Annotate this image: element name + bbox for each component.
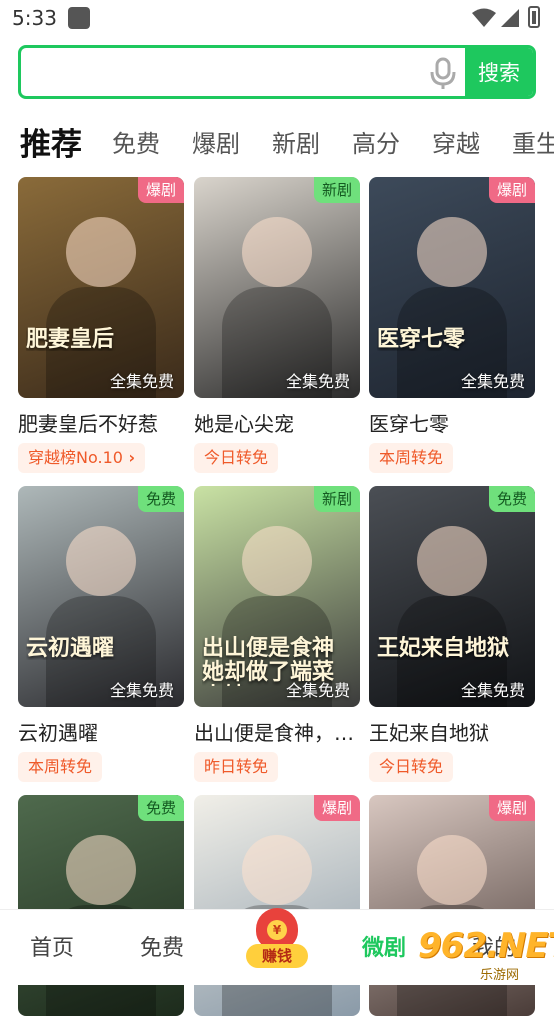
- drama-tag-text: 本周转免: [379, 448, 444, 467]
- nav-free[interactable]: 免费: [140, 930, 184, 962]
- watermark-sub: 乐游网: [480, 968, 520, 983]
- notification-icon: [68, 7, 90, 29]
- search-input[interactable]: [31, 56, 425, 90]
- drama-badge: 免费: [137, 795, 184, 821]
- status-time: 5:33: [12, 6, 57, 30]
- drama-badge: 新剧: [313, 486, 360, 512]
- poster-title-art: 云初遇曜: [26, 636, 115, 661]
- drama-poster[interactable]: 新剧全集免费: [194, 177, 360, 398]
- drama-poster[interactable]: 出山便是食神 她却做了端菜小妹新剧全集免费: [194, 486, 360, 707]
- drama-badge: 免费: [137, 486, 184, 512]
- battery-icon: [528, 6, 540, 28]
- poster-figure: [417, 526, 487, 596]
- poster-title-art: 王妃来自地狱: [377, 636, 510, 661]
- status-bar: 5:33: [0, 0, 554, 38]
- drama-tag: 本周转免: [18, 752, 103, 782]
- signal-icon: [501, 9, 519, 27]
- poster-figure: [66, 217, 136, 287]
- drama-tag-text: 今日转免: [379, 757, 444, 776]
- drama-tag: 穿越榜No.10 ›: [18, 443, 146, 473]
- tab-high-score[interactable]: 高分: [352, 124, 400, 159]
- drama-badge: 新剧: [313, 177, 360, 203]
- poster-figure: [242, 835, 312, 905]
- drama-tag: 本周转免: [369, 443, 454, 473]
- drama-title[interactable]: 云初遇曜: [18, 717, 184, 746]
- search-button[interactable]: 搜索: [465, 48, 533, 96]
- nav-earn[interactable]: ¥ 赚钱: [246, 908, 308, 968]
- drama-card[interactable]: 云初遇曜 免费 全集免费 云初遇曜 本周转免: [18, 486, 184, 782]
- chevron-right-icon: ›: [122, 448, 136, 467]
- free-all-label: 全集免费: [109, 681, 174, 700]
- drama-card[interactable]: 肥妻皇后 爆剧 全集免费 肥妻皇后不好惹 穿越榜No.10 ›: [18, 177, 184, 473]
- drama-tag: 今日转免: [194, 443, 279, 473]
- free-all-label: 全集免费: [460, 372, 525, 391]
- poster-title-art: 医穿七零: [377, 327, 466, 352]
- poster-figure: [417, 217, 487, 287]
- drama-title[interactable]: 王妃来自地狱: [369, 717, 535, 746]
- category-tabs: 推荐 免费 爆剧 新剧 高分 穿越 重生: [0, 116, 554, 168]
- drama-card[interactable]: 出山便是食神 她却做了端菜小妹新剧全集免费出山便是食神，…昨日转免: [194, 486, 360, 782]
- poster-figure: [66, 526, 136, 596]
- free-all-label: 全集免费: [285, 681, 350, 700]
- poster-figure: [242, 526, 312, 596]
- drama-title[interactable]: 她是心尖宠: [194, 408, 360, 437]
- poster-figure: [417, 835, 487, 905]
- drama-card[interactable]: 新剧全集免费她是心尖宠今日转免: [194, 177, 360, 473]
- wifi-icon: [472, 8, 496, 27]
- poster-figure: [242, 217, 312, 287]
- site-watermark: 962.NET 乐游网: [418, 926, 554, 983]
- tab-rebirth[interactable]: 重生: [512, 124, 554, 159]
- nav-home[interactable]: 首页: [30, 930, 74, 962]
- drama-poster[interactable]: 医穿七零 爆剧全集免费: [369, 177, 535, 398]
- poster-title-art: 肥妻皇后: [26, 327, 115, 352]
- drama-tag: 今日转免: [369, 752, 454, 782]
- watermark-logo: 962.NET: [418, 926, 554, 966]
- drama-tag-text: 本周转免: [28, 757, 93, 776]
- drama-poster[interactable]: 王妃来自地狱 免费全集免费: [369, 486, 535, 707]
- tab-hot[interactable]: 爆剧: [192, 124, 240, 159]
- free-all-label: 全集免费: [285, 372, 350, 391]
- drama-badge: 爆剧: [488, 177, 535, 203]
- free-all-label: 全集免费: [109, 372, 174, 391]
- tab-free[interactable]: 免费: [112, 124, 160, 159]
- tab-recommend[interactable]: 推荐: [20, 119, 82, 164]
- drama-title[interactable]: 肥妻皇后不好惹: [18, 408, 184, 437]
- drama-card[interactable]: 王妃来自地狱 免费 全集免费 王妃来自地狱 今日转免: [369, 486, 535, 782]
- microphone-icon[interactable]: [426, 56, 460, 90]
- drama-badge: 爆剧: [313, 795, 360, 821]
- search-bar: 搜索: [18, 45, 536, 99]
- nav-earn-label: 赚钱: [246, 944, 308, 968]
- coin-icon: ¥: [267, 920, 287, 940]
- drama-badge: 爆剧: [488, 795, 535, 821]
- drama-tag-text: 昨日转免: [204, 757, 269, 776]
- drama-poster[interactable]: 云初遇曜 免费全集免费: [18, 486, 184, 707]
- drama-poster[interactable]: 肥妻皇后 爆剧全集免费: [18, 177, 184, 398]
- drama-tag-text: 今日转免: [204, 448, 269, 467]
- drama-badge: 爆剧: [137, 177, 184, 203]
- drama-card[interactable]: 医穿七零 爆剧 全集免费 医穿七零 本周转免: [369, 177, 535, 473]
- tab-time-travel[interactable]: 穿越: [432, 124, 480, 159]
- tab-new[interactable]: 新剧: [272, 124, 320, 159]
- nav-drama[interactable]: 微剧: [362, 930, 406, 962]
- poster-figure: [66, 835, 136, 905]
- drama-tag-text: 穿越榜No.10: [28, 448, 123, 467]
- free-all-label: 全集免费: [460, 681, 525, 700]
- drama-title[interactable]: 出山便是食神，…: [194, 717, 360, 746]
- drama-tag: 昨日转免: [194, 752, 279, 782]
- drama-title[interactable]: 医穿七零: [369, 408, 535, 437]
- drama-badge: 免费: [488, 486, 535, 512]
